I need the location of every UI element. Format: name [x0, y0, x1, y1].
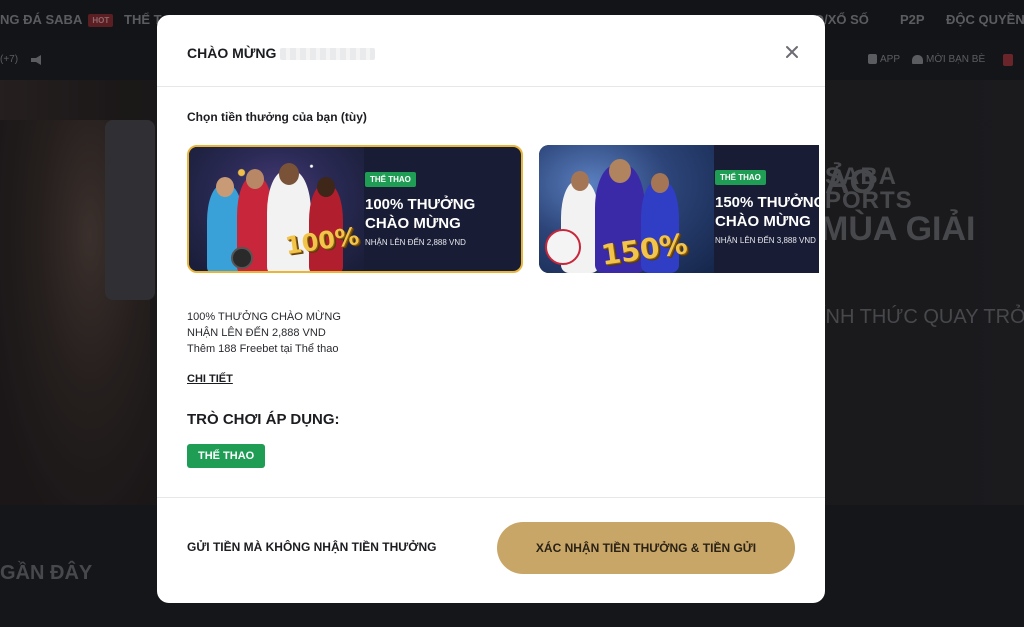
bonus-card-artwork: 100% [189, 147, 364, 271]
deposit-without-bonus-button[interactable]: GỬI TIỀN MÀ KHÔNG NHẬN TIỀN THƯỞNG [187, 540, 436, 554]
bonus-card-text: THỂ THAO 100% THƯỞNG CHÀO MỪNG NHẬN LÊN … [365, 169, 521, 247]
applicable-games-title: TRÒ CHƠI ÁP DỤNG: [187, 411, 340, 428]
description-line: Thêm 188 Freebet tại Thể thao [187, 343, 339, 355]
card-subtitle: NHẬN LÊN ĐẾN 3,888 VND [715, 236, 816, 245]
bonus-card-artwork: 150% [539, 145, 714, 273]
description-line: 100% THƯỞNG CHÀO MỪNG [187, 311, 341, 323]
masked-username [280, 48, 376, 61]
modal-title: CHÀO MỪNG [187, 45, 376, 61]
choose-bonus-label: Chọn tiền thưởng của bạn (tùy) [187, 110, 367, 124]
bonus-card-text: THỂ THAO 150% THƯỞNG CHÀO MỪNG NHẬN LÊN … [715, 167, 819, 245]
close-button[interactable] [781, 41, 803, 63]
card-headline-line1: 100% THƯỞNG [365, 196, 476, 213]
card-subtitle: NHẬN LÊN ĐẾN 2,888 VND [365, 238, 466, 247]
details-link[interactable]: CHI TIẾT [187, 373, 233, 385]
description-line: NHẬN LÊN ĐẾN 2,888 VND [187, 327, 326, 339]
bonus-card-100[interactable]: 100% THỂ THAO 100% THƯỞNG CHÀO MỪNG NHẬN… [187, 145, 523, 273]
category-tag: THỂ THAO [365, 172, 416, 187]
modal-footer: GỬI TIỀN MÀ KHÔNG NHẬN TIỀN THƯỞNG XÁC N… [157, 497, 825, 603]
confirm-bonus-deposit-button[interactable]: XÁC NHẬN TIỀN THƯỞNG & TIỀN GỬI [497, 522, 795, 574]
close-icon [786, 46, 798, 58]
welcome-bonus-modal: CHÀO MỪNG Chọn tiền thưởng của bạn (tùy) [157, 15, 825, 603]
bonus-card-150[interactable]: 150% THỂ THAO 150% THƯỞNG CHÀO MỪNG NHẬN… [539, 145, 819, 273]
category-tag: THỂ THAO [715, 170, 766, 185]
modal-header: CHÀO MỪNG [157, 15, 825, 87]
card-headline-line1: 150% THƯỞNG [715, 194, 819, 211]
bonus-description: 100% THƯỞNG CHÀO MỪNG NHẬN LÊN ĐẾN 2,888… [187, 309, 341, 357]
bonus-carousel[interactable]: 100% THỂ THAO 100% THƯỞNG CHÀO MỪNG NHẬN… [187, 145, 819, 275]
applicable-game-tag-sports[interactable]: THỂ THAO [187, 444, 266, 468]
card-headline-line2: CHÀO MỪNG [715, 213, 811, 230]
card-headline-line2: CHÀO MỪNG [365, 215, 461, 232]
